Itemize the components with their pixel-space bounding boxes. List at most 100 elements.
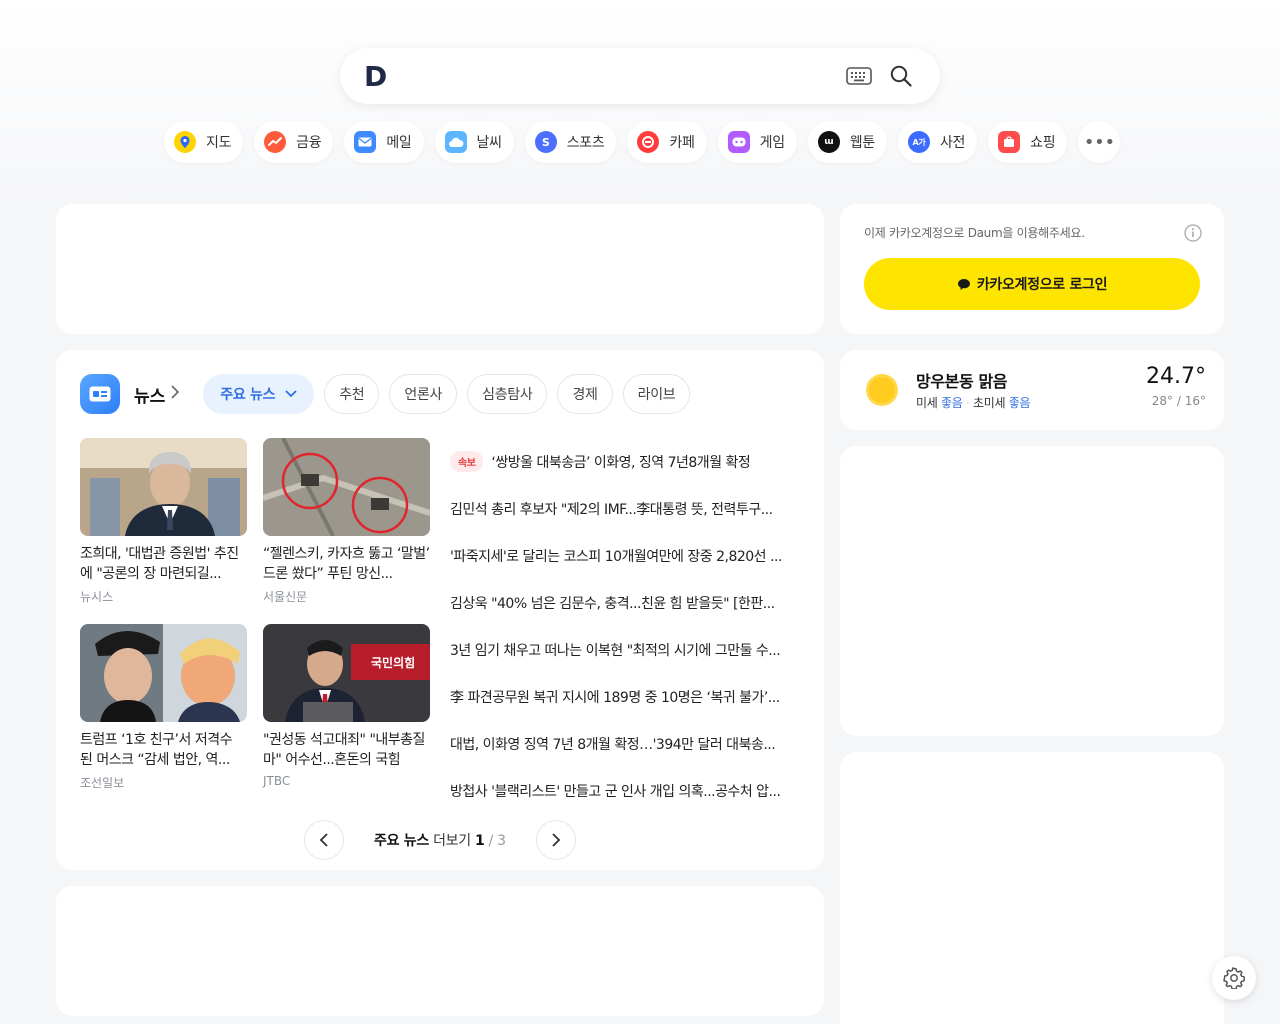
headline-item[interactable]: 대법, 이화영 징역 7년 8개월 확정…'394만 달러 대북송...: [450, 720, 800, 767]
news-header: 뉴스 주요 뉴스 추천 언론사 심층탐사 경제 라이브: [80, 374, 691, 414]
news-source[interactable]: 뉴시스: [80, 588, 247, 605]
service-shopping[interactable]: 쇼핑: [988, 121, 1068, 163]
headline-text[interactable]: ‘쌍방울 대북송금’ 이화영, 징역 7년8개월 확정: [491, 452, 750, 472]
dictionary-icon: A가: [907, 131, 930, 153]
sports-icon: S: [534, 131, 557, 153]
service-label: 쇼핑: [1030, 135, 1056, 151]
dust-value: 좋음: [941, 396, 963, 410]
headline-item[interactable]: 속보 ‘쌍방울 대북송금’ 이화영, 징역 7년8개월 확정: [450, 438, 800, 485]
news-thumbnail[interactable]: [80, 624, 247, 722]
dust-label: 미세: [916, 396, 938, 410]
weather-temp: 24.7°: [1146, 364, 1206, 389]
news-thumb-title[interactable]: 조희대, '대법관 증원법' 추진에 "공론의 장 마련되길...: [80, 544, 247, 584]
content-card-empty: [56, 886, 824, 1016]
service-label: 웹툰: [849, 135, 875, 151]
headline-item[interactable]: 김상욱 "40% 넘은 김문수, 충격...친윤 힘 받을듯" [한판...: [450, 579, 800, 626]
service-mail[interactable]: 메일: [344, 121, 424, 163]
weather-location: 망우본동 맑음: [916, 372, 1008, 391]
headline-item[interactable]: 방첩사 '블랙리스트' 만들고 군 인사 개입 의혹...공수처 압...: [450, 767, 800, 814]
map-pin-icon: [174, 131, 196, 153]
news-pager: 주요 뉴스 더보기 1 / 3: [304, 820, 576, 860]
tab-label: 경제: [572, 387, 598, 403]
pager-sep: /: [488, 833, 494, 849]
more-dots-icon: •••: [1083, 131, 1115, 153]
headline-list: 속보 ‘쌍방울 대북송금’ 이화영, 징역 7년8개월 확정 김민석 총리 후보…: [450, 438, 800, 814]
headline-item[interactable]: 3년 임기 채우고 떠나는 이복현 "최적의 시기에 그만둘 수...: [450, 626, 800, 673]
settings-button[interactable]: [1212, 956, 1256, 1000]
search-icon[interactable]: [886, 61, 916, 91]
headline-text[interactable]: 李 파견공무원 복귀 지시에 189명 중 10명은 ‘복귀 불가’...: [450, 687, 780, 707]
news-thumb-article[interactable]: “젤렌스키, 카자흐 뚫고 ‘말벌’ 드론 쐈다” 푸틴 망신... 서울신문: [263, 438, 430, 605]
news-source[interactable]: 서울신문: [263, 588, 430, 605]
service-dictionary[interactable]: A가 사전: [897, 121, 978, 163]
news-thumb-title[interactable]: “젤렌스키, 카자흐 뚫고 ‘말벌’ 드론 쐈다” 푸틴 망신...: [263, 544, 430, 584]
tab-live[interactable]: 라이브: [622, 374, 691, 414]
service-game[interactable]: 게임: [717, 121, 797, 163]
svg-text:국민의힘: 국민의힘: [371, 655, 415, 670]
news-thumb-article[interactable]: 국민의힘 "권성동 석고대죄" "내부총질 마" 어수선...혼돈의 국힘 JT…: [263, 624, 430, 788]
daum-logo[interactable]: D: [364, 60, 390, 93]
info-icon[interactable]: [1184, 224, 1202, 246]
news-thumb-title[interactable]: 트럼프 ‘1호 친구’서 저격수 된 머스크 “감세 법안, 역...: [80, 730, 247, 770]
news-title[interactable]: 뉴스: [134, 382, 165, 407]
headline-text[interactable]: '파죽지세'로 달리는 코스피 10개월여만에 장중 2,820선 ...: [450, 546, 782, 566]
mail-icon: [354, 131, 377, 153]
news-thumb-title[interactable]: "권성동 석고대죄" "내부총질 마" 어수선...혼돈의 국힘: [263, 730, 430, 770]
login-button-label: 카카오계정으로 로그인: [976, 277, 1108, 293]
prev-page-button[interactable]: [304, 820, 344, 860]
headline-text[interactable]: 3년 임기 채우고 떠나는 이복현 "최적의 시기에 그만둘 수...: [450, 640, 780, 660]
chat-bubble-icon: [957, 278, 971, 291]
news-thumb-article[interactable]: 조희대, '대법관 증원법' 추진에 "공론의 장 마련되길... 뉴시스: [80, 438, 247, 605]
chevron-right-icon: [552, 833, 561, 847]
pager-label: 주요 뉴스: [374, 833, 429, 849]
search-bar: D: [340, 48, 940, 104]
keyboard-icon[interactable]: [844, 61, 874, 91]
next-page-button[interactable]: [535, 820, 576, 860]
tab-recommend[interactable]: 추천: [324, 374, 380, 414]
news-logo-icon[interactable]: [80, 374, 120, 414]
tab-press[interactable]: 언론사: [389, 374, 458, 414]
tab-main-news[interactable]: 주요 뉴스: [203, 374, 315, 414]
tab-label: 추천: [339, 387, 365, 403]
chevron-down-icon: [285, 386, 297, 402]
chevron-right-icon[interactable]: [171, 385, 180, 403]
headline-text[interactable]: 김민석 총리 후보자 "제2의 IMF...李대통령 뜻, 전력투구...: [450, 499, 773, 519]
login-message: 이제 카카오계정으로 Daum을 이용해주세요.: [864, 226, 1085, 240]
service-webtoon[interactable]: ɯ 웹툰: [807, 121, 887, 163]
news-thumbnail[interactable]: [80, 438, 247, 536]
service-finance[interactable]: 금융: [254, 121, 334, 163]
headline-item[interactable]: 李 파견공무원 복귀 지시에 189명 중 10명은 ‘복귀 불가’...: [450, 673, 800, 720]
tab-label: 언론사: [404, 387, 443, 403]
headline-text[interactable]: 김상욱 "40% 넘은 김문수, 충격...친윤 힘 받을듯" [한판...: [450, 593, 775, 613]
service-cafe[interactable]: 카페: [627, 121, 707, 163]
tab-economy[interactable]: 경제: [557, 374, 613, 414]
service-sports[interactable]: S 스포츠: [524, 121, 617, 163]
headline-item[interactable]: 김민석 총리 후보자 "제2의 IMF...李대통령 뜻, 전력투구...: [450, 485, 800, 532]
news-thumb-article[interactable]: 트럼프 ‘1호 친구’서 저격수 된 머스크 “감세 법안, 역... 조선일보: [80, 624, 247, 791]
more-services-button[interactable]: •••: [1078, 121, 1121, 163]
side-card-empty: [840, 752, 1224, 1024]
service-map[interactable]: 지도: [164, 121, 244, 163]
weather-card[interactable]: 망우본동 맑음 미세 좋음 · 초미세 좋음 24.7° 28° / 16°: [840, 350, 1224, 430]
kakao-login-button[interactable]: 카카오계정으로 로그인: [864, 258, 1200, 310]
tab-investigation[interactable]: 심층탐사: [467, 374, 548, 414]
service-label: 금융: [296, 135, 322, 151]
news-thumbnail[interactable]: 국민의힘: [263, 624, 430, 722]
service-label: 날씨: [476, 135, 502, 151]
service-label: 게임: [759, 135, 785, 151]
headline-text[interactable]: 대법, 이화영 징역 7년 8개월 확정…'394만 달러 대북송...: [450, 734, 775, 754]
service-label: 스포츠: [566, 135, 605, 151]
news-thumbnail[interactable]: [263, 438, 430, 536]
cafe-icon: [637, 131, 660, 153]
breaking-badge: 속보: [450, 451, 484, 472]
headline-text[interactable]: 방첩사 '블랙리스트' 만들고 군 인사 개입 의혹...공수처 압...: [450, 781, 780, 801]
pager-more[interactable]: 더보기: [433, 833, 471, 849]
login-card: 이제 카카오계정으로 Daum을 이용해주세요. 카카오계정으로 로그인: [840, 204, 1224, 334]
service-weather[interactable]: 날씨: [434, 121, 514, 163]
headline-item[interactable]: '파죽지세'로 달리는 코스피 10개월여만에 장중 2,820선 ...: [450, 532, 800, 579]
news-source[interactable]: 조선일보: [80, 774, 247, 791]
search-input[interactable]: [404, 56, 832, 96]
sun-icon: [864, 372, 900, 412]
shopping-bag-icon: [998, 131, 1021, 153]
news-source[interactable]: JTBC: [263, 774, 430, 788]
